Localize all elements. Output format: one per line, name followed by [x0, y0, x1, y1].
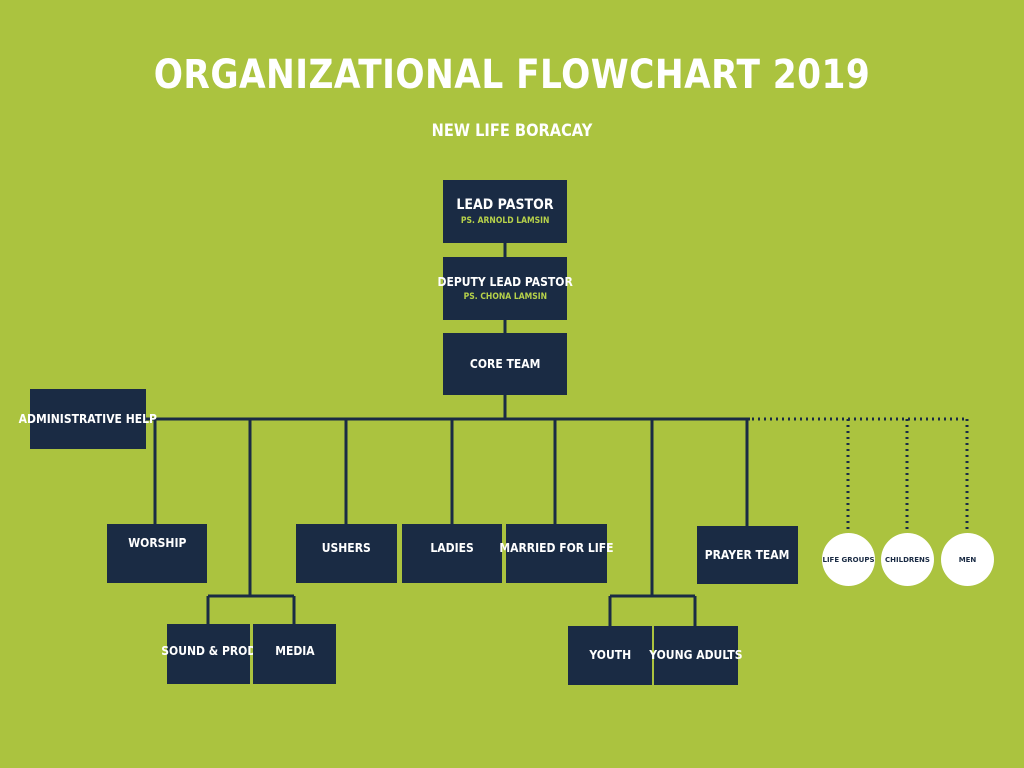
childrens-circle: CHILDRENS [881, 533, 934, 586]
youth-box: YOUTH [568, 626, 652, 685]
deputy-lead-pastor-label: DEPUTY LEAD PASTOR [437, 274, 573, 289]
childrens-label: CHILDRENS [885, 555, 930, 564]
administrative-help-label: ADMINISTRATIVE HELP [18, 411, 158, 426]
deputy-lead-pastor-box: DEPUTY LEAD PASTOR PS. CHONA LAMSIN [437, 257, 573, 320]
life-groups-label: LIFE GROUPS [822, 555, 875, 564]
lead-pastor-name: PS. ARNOLD LAMSIN [460, 216, 550, 227]
men-circle: MEN [941, 533, 994, 586]
prayer-team-box: PRAYER TEAM [697, 526, 798, 584]
ladies-box: LADIES [402, 524, 502, 583]
married-for-life-label: MARRIED FOR LIFE [499, 541, 614, 556]
media-box: MEDIA [253, 624, 336, 684]
lead-pastor-label: LEAD PASTOR [456, 196, 554, 213]
men-label: MEN [958, 555, 977, 564]
young-adults-label: YOUNG ADULTS [649, 648, 743, 663]
deputy-lead-pastor-name: PS. CHONA LAMSIN [463, 292, 547, 303]
married-for-life-box: MARRIED FOR LIFE [499, 524, 614, 583]
core-team-label: CORE TEAM [469, 356, 541, 371]
ushers-box: USHERS [296, 524, 397, 583]
life-groups-circle: LIFE GROUPS [822, 533, 875, 586]
sound-prod-box: SOUND & PROD [161, 624, 256, 684]
worship-box: WORSHIP [107, 524, 207, 583]
sound-prod-label: SOUND & PROD [160, 643, 257, 658]
young-adults-box: YOUNG ADULTS [649, 626, 743, 685]
media-label: MEDIA [274, 643, 315, 658]
ladies-label: LADIES [430, 541, 474, 556]
youth-label: YOUTH [589, 648, 631, 663]
prayer-team-label: PRAYER TEAM [705, 547, 790, 562]
lead-pastor-box: LEAD PASTOR PS. ARNOLD LAMSIN [443, 180, 567, 243]
core-team-box: CORE TEAM [443, 333, 567, 395]
ushers-label: USHERS [321, 541, 372, 556]
administrative-help-box: ADMINISTRATIVE HELP [19, 389, 157, 449]
worship-label: WORSHIP [127, 536, 187, 551]
